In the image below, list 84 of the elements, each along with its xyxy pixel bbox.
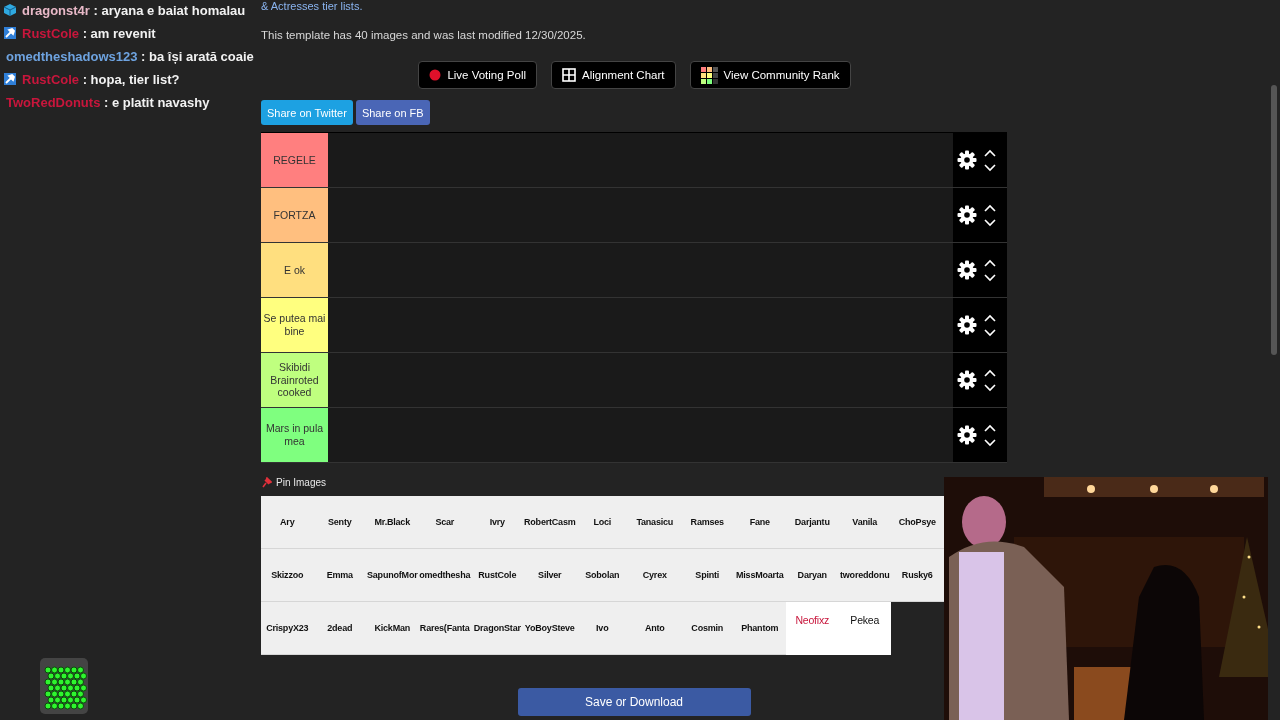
tier-item[interactable]: Cosmin [681,602,734,655]
tier-item[interactable]: Phantom [733,602,786,655]
action-button[interactable]: Live Voting Poll [418,61,538,89]
tier-item[interactable]: Cyrex [628,549,681,602]
chevron-down-icon[interactable] [984,218,996,227]
chevron-up-icon[interactable] [984,423,996,432]
tier-item[interactable]: Loci [576,496,629,549]
tier-item[interactable]: Darjantu [786,496,839,549]
tier-item[interactable]: Rusky6 [891,549,944,602]
save-button[interactable]: Save or Download [517,688,751,716]
settings-icon[interactable] [957,315,977,335]
tier-item[interactable]: Anto [628,602,681,655]
tier-item[interactable]: Skizzoo [261,549,314,602]
tier-item[interactable]: MissMoarta [733,549,786,602]
chevron-up-icon[interactable] [984,313,996,322]
pin-icon [261,476,272,488]
tier-item[interactable]: RustCole [471,549,524,602]
tier-item[interactable]: 2dead [313,602,366,655]
chat-username[interactable]: omedtheshadows123 [6,48,138,64]
chevron-down-icon[interactable] [984,438,996,447]
chevron-up-icon[interactable] [984,258,996,267]
chevron-up-icon[interactable] [984,148,996,157]
tier-item[interactable]: Ramses [681,496,734,549]
tier-label: Skibidi Brainroted cooked [261,353,328,407]
tier-item[interactable]: Vanila [838,496,891,549]
template-info: This template has 40 images and was last modified 12/30/2025. [261,29,587,41]
tier-item[interactable]: Daryan [786,549,839,602]
chevron-down-icon[interactable] [984,328,996,337]
tier-item[interactable]: Scar [418,496,471,549]
record-icon [429,69,442,81]
tier-item[interactable]: ChoPsye [891,496,944,549]
action-button[interactable]: Alignment Chart [551,61,676,89]
scrollbar-thumb[interactable] [1271,85,1277,355]
grid-icon [562,68,577,82]
tier-item[interactable]: Emma [313,549,366,602]
settings-icon[interactable] [957,205,977,225]
settings-icon[interactable] [957,150,977,170]
tier-item[interactable]: Silver [523,549,576,602]
tier-item[interactable]: Mr.Black [366,496,419,549]
tier-item[interactable]: Pekea [838,602,891,655]
tier-label: REGELE [261,133,328,187]
tier-item[interactable]: tworeddonu [838,549,891,602]
tier-item[interactable]: Fane [733,496,786,549]
chat-username[interactable]: dragonst4r [22,2,90,18]
action-button[interactable]: View Community Rank [689,61,851,89]
color-grid-icon [700,66,718,84]
tier-item[interactable]: Ivry [471,496,524,549]
chat-message: : ba își arată coaie [140,48,254,64]
chat-message: : e platit navashy [102,94,210,110]
share-button[interactable]: Share on FB [355,100,430,125]
tier-item[interactable]: Ivo [576,602,629,655]
template-link[interactable]: & Actresses tier lists. [261,0,363,13]
tier-item[interactable]: Spinti [681,549,734,602]
tier-label: Se putea mai bine [261,298,328,352]
chat-message: : hopa, tier list? [81,71,180,87]
settings-icon[interactable] [957,425,977,445]
tier-item[interactable]: Rares(Fanta [418,602,471,655]
tier-item[interactable]: DragonStar [471,602,524,655]
chevron-down-icon[interactable] [984,163,996,172]
tier-label: FORTZA [261,188,328,242]
chat-message: : aryana e baiat homalau [92,2,246,18]
tier-item[interactable]: Ary [261,496,314,549]
chevron-up-icon[interactable] [984,368,996,377]
tier-item[interactable]: Tanasicu [628,496,681,549]
tier-item[interactable]: Senty [313,496,366,549]
chevron-down-icon[interactable] [984,383,996,392]
tier-item[interactable]: KickMan [366,602,419,655]
chevron-down-icon[interactable] [984,273,996,282]
settings-icon[interactable] [957,370,977,390]
pin-images-label[interactable]: Pin Images [276,476,327,488]
tier-item[interactable]: Sobolan [576,549,629,602]
tier-item[interactable]: SapunofMor [366,549,419,602]
tier-item[interactable]: CrispyX23 [261,602,314,655]
chat-message: : am revenit [81,25,156,41]
tier-item[interactable]: omedthesha [418,549,471,602]
tier-label: E ok [261,243,328,297]
settings-icon[interactable] [957,260,977,280]
tier-label: Mars in pula mea [261,408,328,462]
tier-item[interactable]: Neofixz [786,602,839,655]
chevron-up-icon[interactable] [984,203,996,212]
tier-item[interactable]: RobertCasm [523,496,576,549]
tier-item[interactable]: YoBoySteve [523,602,576,655]
cube-badge-icon [4,4,16,16]
jar-icon [38,656,90,716]
